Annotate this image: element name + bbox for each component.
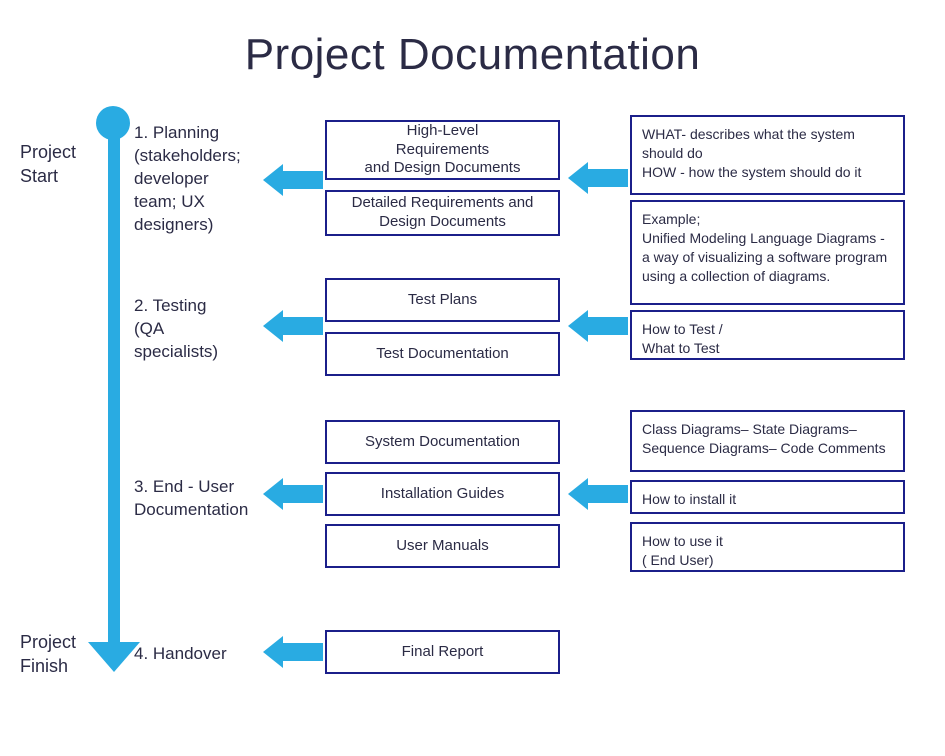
doc-system-documentation: System Documentation <box>325 420 560 464</box>
project-start-label: ProjectStart <box>20 140 90 189</box>
phase-3-label: 3. End - UserDocumentation <box>134 476 274 522</box>
doc-final-report: Final Report <box>325 630 560 674</box>
timeline-arrowhead-icon <box>88 642 140 672</box>
arrow-left-icon <box>263 478 323 510</box>
phase-2-label: 2. Testing(QAspecialists) <box>134 295 244 364</box>
arrow-left-icon <box>568 478 628 510</box>
desc-how-what-test: How to Test /What to Test <box>630 310 905 360</box>
doc-test-documentation: Test Documentation <box>325 332 560 376</box>
arrow-left-icon <box>568 310 628 342</box>
desc-how-use: How to use it( End User) <box>630 522 905 572</box>
page-title: Project Documentation <box>0 30 945 80</box>
doc-installation-guides: Installation Guides <box>325 472 560 516</box>
desc-class-diagrams: Class Diagrams– State Diagrams– Sequence… <box>630 410 905 472</box>
arrow-left-icon <box>263 636 323 668</box>
arrow-left-icon <box>263 164 323 196</box>
arrow-left-icon <box>568 162 628 194</box>
desc-what-how: WHAT- describes what the system should d… <box>630 115 905 195</box>
timeline-bar <box>108 118 120 650</box>
project-finish-label: ProjectFinish <box>20 630 90 679</box>
doc-high-level-requirements: High-LevelRequirementsand Design Documen… <box>325 120 560 180</box>
desc-how-install: How to install it <box>630 480 905 514</box>
arrow-left-icon <box>263 310 323 342</box>
phase-1-label: 1. Planning(stakeholders;developerteam; … <box>134 122 264 237</box>
doc-test-plans: Test Plans <box>325 278 560 322</box>
phase-4-label: 4. Handover <box>134 643 254 666</box>
doc-user-manuals: User Manuals <box>325 524 560 568</box>
desc-uml-example: Example;Unified Modeling Language Diagra… <box>630 200 905 305</box>
doc-detailed-requirements: Detailed Requirements andDesign Document… <box>325 190 560 236</box>
